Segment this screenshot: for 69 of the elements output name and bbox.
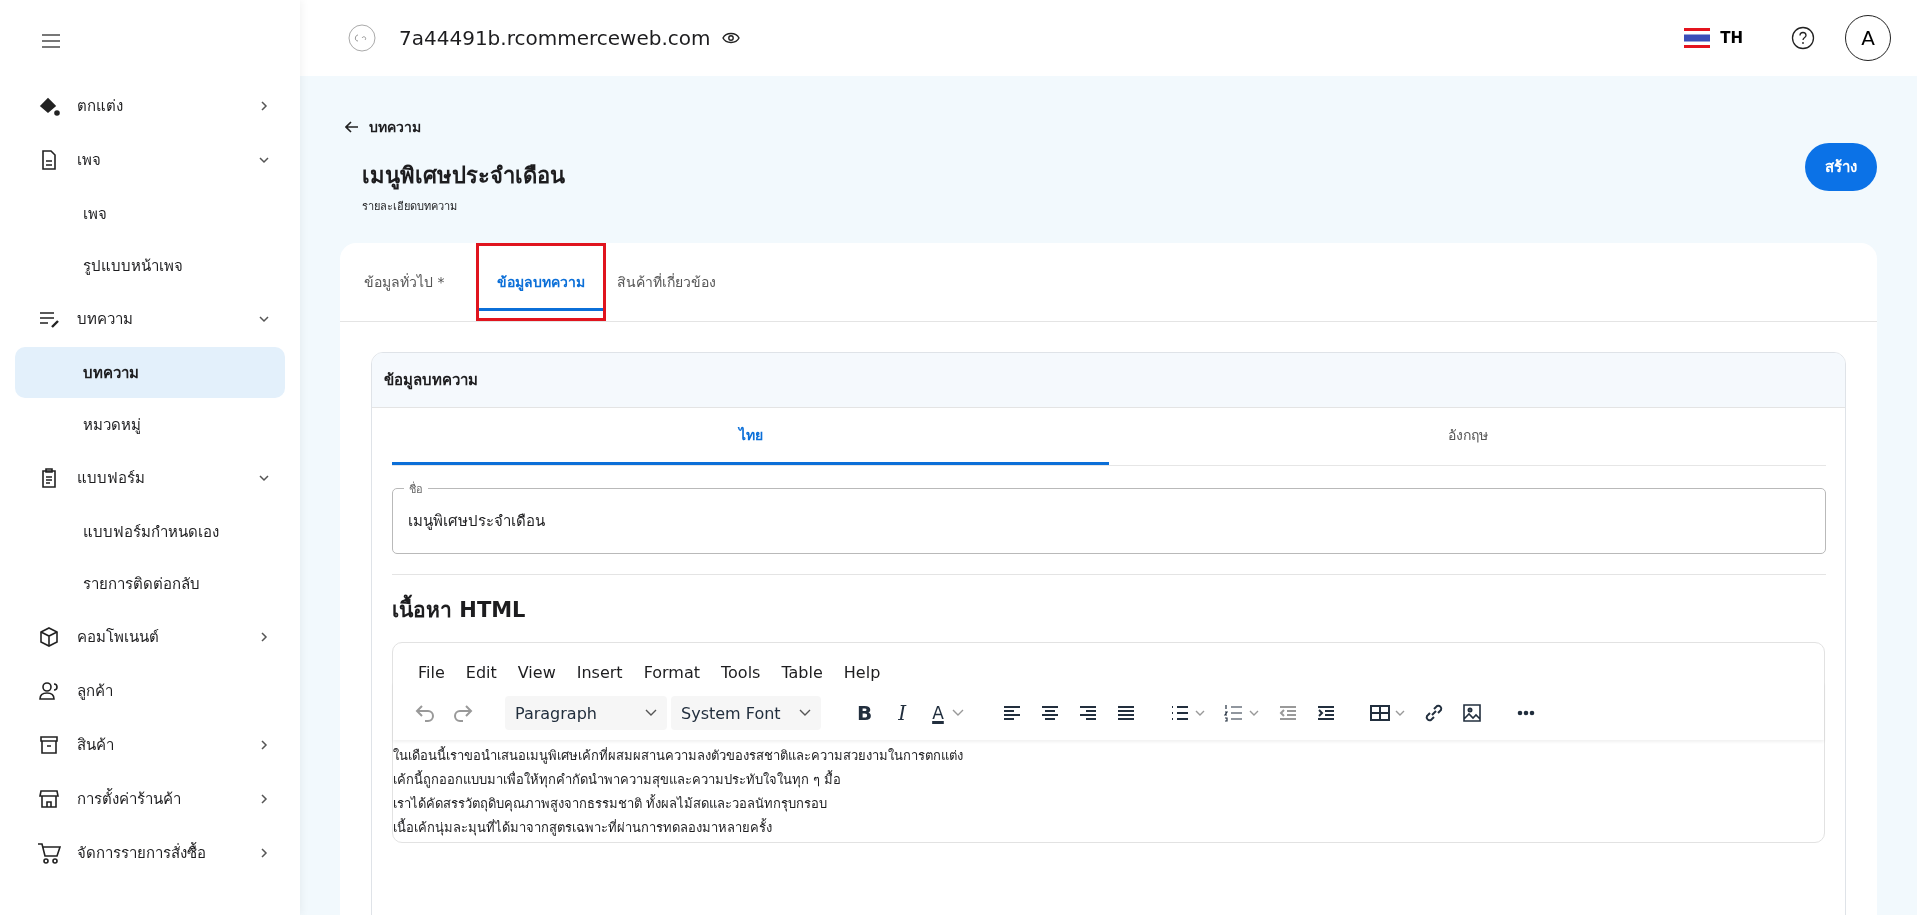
sidebar-item-label: คอมโพเนนต์ — [77, 627, 160, 648]
sidebar-subitem[interactable]: บทความ — [15, 347, 285, 398]
sidebar-item-label: บทความ — [77, 309, 134, 330]
sidebar-item[interactable]: สินค้า — [0, 718, 300, 772]
sidebar-subitem[interactable]: รูปแบบหน้าเพจ — [15, 240, 285, 291]
caret-icon — [951, 709, 964, 717]
language-tab[interactable]: ไทย — [392, 408, 1109, 465]
flag-icon — [1684, 28, 1711, 48]
tab[interactable]: ข้อมูลทั่วไป * — [361, 243, 469, 321]
editor-menu-item[interactable]: Edit — [465, 663, 497, 682]
tab[interactable]: ข้อมูลบทความ — [476, 243, 607, 321]
editor-text-line: เราได้คัดสรรวัตถุดิบคุณภาพสูงจากธรรมชาติ ทั้งผลไม้สดและวอลนัทกรุบกรอบ — [393, 794, 829, 814]
sidebar-subitem[interactable]: หมวดหมู่ — [15, 399, 285, 450]
eye-icon[interactable] — [722, 32, 741, 44]
editor-text-line: เนื้อเค้กนุ่มละมุนที่ได้มาจากสูตรเฉพาะที่ผ่านการทดลองมาหลายครั้ง — [393, 818, 773, 838]
back-arrow-icon — [345, 121, 359, 133]
editor-menu-item[interactable]: File — [418, 663, 445, 682]
editor-menu-item[interactable]: Help — [843, 663, 881, 682]
page-title: เมนูพิเศษประจำเดือน — [362, 162, 565, 192]
sidebar-item[interactable]: จัดการรายการสั่งซื้อ — [0, 826, 300, 880]
sidebar-item[interactable]: ลูกค้า — [0, 664, 300, 718]
format-dropdown[interactable]: Paragraph — [505, 696, 667, 730]
menu-icon[interactable] — [41, 33, 61, 49]
sidebar-subitem[interactable]: แบบฟอร์มกำหนดเอง — [15, 506, 285, 557]
sidebar-item-label: จัดการรายการสั่งซื้อ — [77, 841, 207, 864]
sidebar-item-icon — [37, 625, 61, 649]
bold-button[interactable]: B — [851, 701, 879, 725]
editor-menu-item[interactable]: Insert — [576, 663, 623, 682]
sidebar-item-icon — [37, 679, 61, 703]
sidebar-item[interactable]: แบบฟอร์ม — [0, 451, 300, 505]
store-logo — [345, 21, 379, 55]
sidebar-item-icon — [37, 841, 61, 865]
editor-menu-item[interactable]: Table — [781, 663, 823, 682]
sidebar-item[interactable]: คอมโพเนนต์ — [0, 610, 300, 664]
sidebar-subitem[interactable]: เพจ — [15, 188, 285, 239]
sidebar-item-label: การตั้งค่าร้านค้า — [77, 787, 182, 810]
page-subtitle: รายละเอียดบทความ — [362, 199, 458, 215]
text-color-button[interactable]: A — [926, 703, 970, 723]
sidebar-subitem[interactable]: รายการติดต่อกลับ — [15, 558, 285, 609]
italic-button[interactable]: I — [892, 701, 913, 725]
editor-text-line: เค้กนี้ถูกออกแบบมาเพื่อให้ทุกคำกัดนำพาความสุขและความประทับใจในทุก ๆ มื้อ — [393, 770, 843, 790]
sidebar-item[interactable]: การตั้งค่าร้านค้า — [0, 772, 300, 826]
editor-menu-item[interactable]: View — [517, 663, 556, 682]
section-title: ข้อมูลบทความ — [372, 353, 1845, 408]
language-tab[interactable]: อังกฤษ — [1109, 408, 1826, 465]
sidebar-item-icon — [37, 787, 61, 811]
tab[interactable]: สินค้าที่เกี่ยวข้อง — [614, 243, 741, 321]
language-selector[interactable]: TH — [1678, 27, 1749, 49]
sidebar-item[interactable]: บทความ — [0, 292, 300, 346]
back-link[interactable]: บทความ — [345, 116, 565, 138]
editor-menu-item[interactable]: Tools — [721, 663, 761, 682]
sidebar-item-label: สินค้า — [77, 735, 115, 756]
store-domain[interactable]: 7a44491b.rcommerceweb.com — [399, 26, 711, 50]
sidebar-item-label: แบบฟอร์ม — [77, 468, 146, 489]
editor-text-line: ในเดือนนี้เราขอนำเสนอเมนูพิเศษเค้กที่ผสมผสานความลงตัวของรสชาติและความสวยงามในการตกแต่ง — [393, 746, 964, 766]
user-avatar[interactable]: A — [1845, 15, 1891, 61]
help-icon[interactable] — [1791, 26, 1815, 50]
sidebar-item[interactable]: ตกแต่ง — [0, 79, 300, 133]
sidebar-item-label: เพจ — [77, 150, 102, 171]
sidebar-item-label: ลูกค้า — [77, 681, 114, 702]
editor-menu-item[interactable]: Format — [643, 663, 700, 682]
caret-icon — [645, 709, 657, 717]
sidebar-item-icon — [37, 733, 61, 757]
sidebar-item[interactable]: เพจ — [0, 133, 300, 187]
caret-icon — [799, 709, 811, 717]
create-button[interactable]: สร้าง — [1805, 143, 1877, 191]
section-heading: เนื้อหา HTML — [392, 593, 1826, 626]
format-dropdown[interactable]: System Font — [671, 696, 821, 730]
sidebar-item-label: ตกแต่ง — [77, 96, 124, 117]
